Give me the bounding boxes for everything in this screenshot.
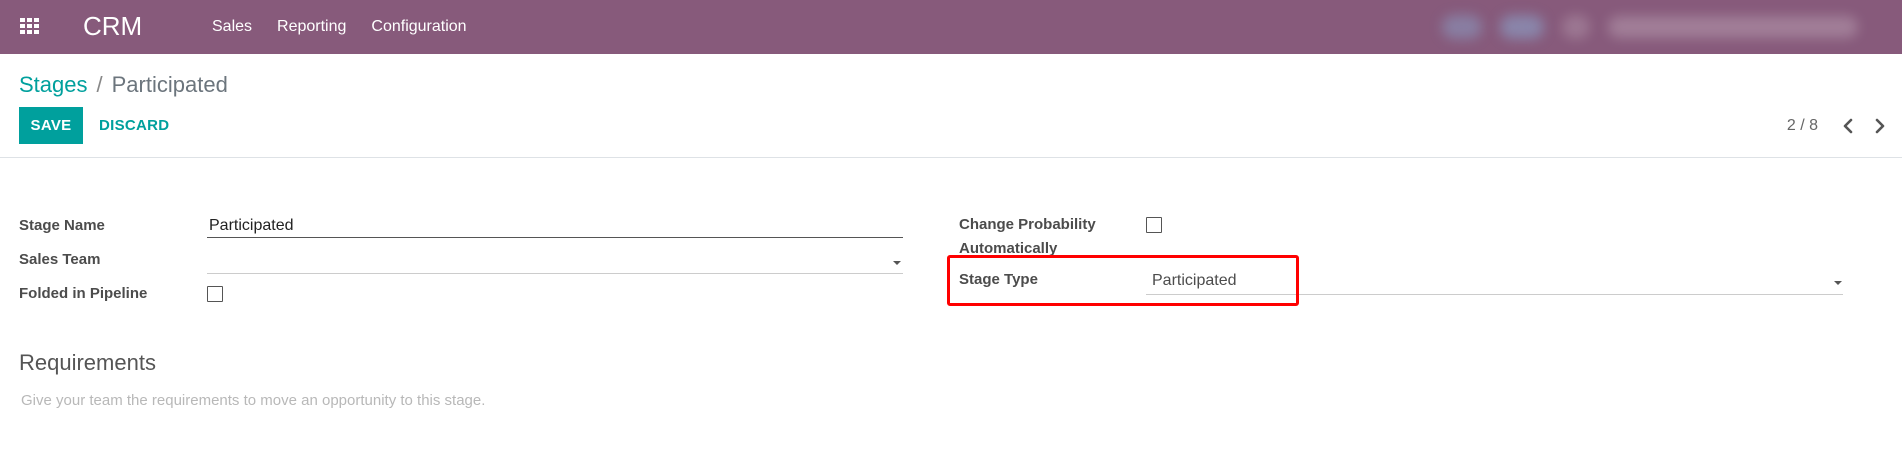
blurred-systray-item [1562, 15, 1590, 39]
stage-name-input[interactable]: Participated [209, 217, 294, 235]
chevron-left-icon [1843, 118, 1853, 133]
blurred-user-menu [1608, 16, 1858, 38]
pager-next-button[interactable] [1864, 111, 1896, 141]
blurred-systray-item [1500, 15, 1544, 39]
discard-button[interactable]: DISCARD [99, 107, 169, 144]
apps-grid-icon [20, 18, 39, 34]
top-navbar: CRM Sales Reporting Configuration [0, 0, 1902, 54]
menu-item-sales[interactable]: Sales [212, 18, 252, 36]
breadcrumb-stages-link[interactable]: Stages [19, 70, 88, 100]
menu-item-configuration[interactable]: Configuration [371, 18, 466, 36]
app-brand[interactable]: CRM [83, 10, 142, 42]
chevron-right-icon [1875, 118, 1885, 133]
blurred-systray-item [1442, 15, 1482, 39]
save-button[interactable]: SAVE [19, 107, 83, 144]
main-menu: Sales Reporting Configuration [212, 0, 492, 54]
pager: 2 / 8 [1787, 107, 1902, 144]
systray-blurred [1382, 0, 1902, 54]
caret-down-icon [893, 261, 901, 265]
sales-team-label: Sales Team [19, 251, 101, 268]
requirements-title: Requirements [19, 350, 156, 375]
change-probability-label-line1: Change Probability [959, 216, 1096, 233]
breadcrumb-separator: / [96, 72, 103, 97]
control-panel: Stages / Participated SAVE DISCARD 2 / 8 [0, 54, 1902, 158]
sales-team-select[interactable] [209, 251, 889, 271]
apps-menu-button[interactable] [19, 15, 43, 39]
pager-previous-button[interactable] [1832, 111, 1864, 141]
stage-type-highlight-box [947, 255, 1299, 306]
change-probability-checkbox[interactable] [1146, 217, 1162, 233]
breadcrumb-current: Participated [111, 72, 228, 97]
stage-name-label: Stage Name [19, 217, 105, 234]
caret-down-icon [1834, 281, 1842, 285]
sales-team-underline [207, 273, 903, 274]
folded-in-pipeline-checkbox[interactable] [207, 286, 223, 302]
folded-in-pipeline-label: Folded in Pipeline [19, 285, 148, 302]
breadcrumb: Stages / Participated [19, 70, 228, 100]
pager-value[interactable]: 2 / 8 [1787, 117, 1818, 135]
stage-name-underline [207, 237, 903, 238]
menu-item-reporting[interactable]: Reporting [277, 18, 346, 36]
requirements-textarea[interactable]: Give your team the requirements to move … [21, 392, 485, 409]
